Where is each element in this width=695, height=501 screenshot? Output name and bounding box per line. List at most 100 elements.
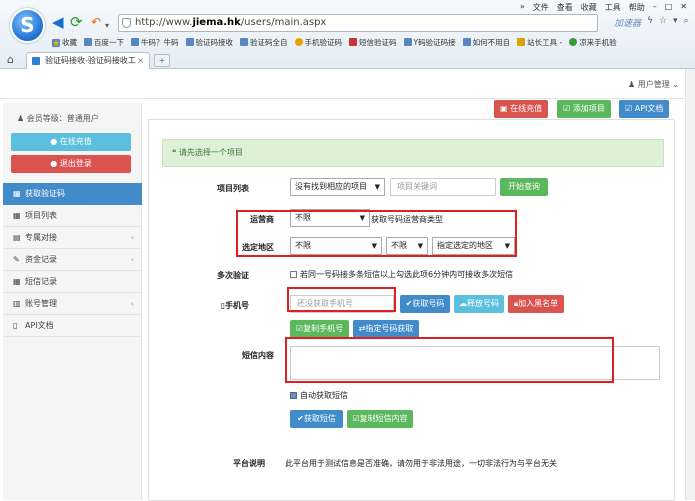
page-icon bbox=[131, 38, 139, 46]
browser-menubar: » 文件 查看 收藏 工具 帮助 – □ ✕ bbox=[520, 2, 687, 13]
bookmark-8[interactable]: 如何不用自 bbox=[462, 37, 510, 48]
bookmark-9[interactable]: 站长工具 - bbox=[517, 37, 562, 48]
bookmark-favorites[interactable]: ★ 收藏 bbox=[52, 37, 77, 49]
sidebar-item-funds[interactable]: ✎ 资金记录 ‹ bbox=[3, 249, 142, 271]
phone-input[interactable]: 还没获取手机号 bbox=[290, 295, 394, 313]
page-scrollbar[interactable] bbox=[685, 69, 695, 500]
user-menu[interactable]: ♟ 用户管理 ⌄ bbox=[628, 79, 679, 90]
sidebar-item-account[interactable]: ▥ 账号管理 ‹ bbox=[3, 293, 142, 315]
page-icon bbox=[403, 38, 412, 46]
phone-label: ▯手机号 bbox=[220, 301, 249, 310]
specify-number-button[interactable]: ⇄指定号码获取 bbox=[353, 320, 419, 338]
sidebar-item-get-code[interactable]: ▦ 获取验证码 bbox=[3, 183, 142, 205]
region-city-select[interactable]: 不限 ▼ bbox=[386, 237, 428, 255]
undo-icon[interactable]: ↶ bbox=[91, 15, 101, 30]
user-icon: ♟ bbox=[628, 80, 636, 89]
grid-icon: ▦ bbox=[13, 189, 21, 198]
columns-icon: ▯ bbox=[13, 321, 18, 330]
pencil-icon: ✎ bbox=[13, 255, 20, 264]
caret-down-icon: ▼ bbox=[359, 214, 365, 222]
select-project-alert: ❝ 请先选择一个项目 bbox=[162, 139, 664, 167]
auto-fetch-option[interactable]: 自动获取短信 bbox=[290, 390, 348, 401]
bookmark-7[interactable]: Y码验证码接 bbox=[403, 37, 456, 48]
sms-content-textarea[interactable] bbox=[290, 346, 660, 380]
region-label: 选定地区 bbox=[242, 243, 274, 252]
dropdown-icon[interactable]: ▾ bbox=[673, 16, 678, 29]
menu-favorites[interactable]: 收藏 bbox=[581, 2, 597, 13]
search-icon[interactable]: ⌕ bbox=[684, 16, 689, 29]
page-icon bbox=[294, 38, 303, 46]
maximize-icon[interactable]: □ bbox=[665, 2, 673, 13]
bookmark-6[interactable]: 短信验证码 bbox=[349, 37, 397, 48]
copy-phone-button[interactable]: ☑复制手机号 bbox=[290, 320, 349, 338]
operator-select[interactable]: 不限 ▼ bbox=[290, 209, 370, 227]
project-list-label: 项目列表 bbox=[217, 184, 249, 193]
new-tab-button[interactable]: + bbox=[154, 54, 170, 67]
recharge-button[interactable]: ▣ 在线充值 bbox=[494, 100, 549, 118]
bookmark-10[interactable]: 凉来手机验 bbox=[569, 37, 617, 48]
operator-hint: 获取号码运营商类型 bbox=[371, 215, 443, 224]
sms-content-label: 短信内容 bbox=[242, 351, 274, 360]
back-icon[interactable]: ◀ bbox=[52, 15, 64, 30]
sidebar-logout-button[interactable]: ● 退出登录 bbox=[11, 155, 131, 173]
address-bar[interactable]: http://www.jiema.hk/users/main.aspx bbox=[118, 14, 598, 32]
bookmark-4[interactable]: 验证码全自 bbox=[240, 37, 288, 48]
search-button[interactable]: 开始查询 bbox=[500, 178, 548, 196]
page-icon bbox=[84, 38, 92, 46]
caret-down-icon: ▼ bbox=[417, 242, 423, 250]
platform-notice-label: 平台说明 bbox=[233, 459, 265, 468]
grid-icon: ▦ bbox=[13, 277, 21, 286]
sidebar-item-sms-records[interactable]: ▦ 短信记录 bbox=[3, 271, 142, 293]
home-icon[interactable]: ⌂ bbox=[7, 53, 14, 66]
address-extras: 加速器 ϟ ☆ ▾ ⌕ bbox=[614, 16, 689, 29]
bookmark-5[interactable]: 手机验证码 bbox=[294, 37, 342, 48]
page-icon bbox=[185, 38, 194, 46]
menu-view[interactable]: 查看 bbox=[557, 2, 573, 13]
tab-active[interactable]: 验证码接收-验证码接收工 × bbox=[26, 52, 150, 69]
bookmark-2[interactable]: 牛码？牛码 bbox=[131, 37, 179, 48]
sidebar-recharge-button[interactable]: ● 在线充值 bbox=[11, 133, 131, 151]
page: ♟ 用户管理 ⌄ ♟ 会员等级：普通用户 ● 在线充值 ● 退出登录 ▦ 获取验证… bbox=[0, 69, 695, 501]
bookmark-3[interactable]: 验证码接收 bbox=[185, 37, 233, 48]
bookmark-1[interactable]: 百度一下 bbox=[84, 37, 124, 48]
menu-tools[interactable]: 工具 bbox=[605, 2, 621, 13]
accelerator-label[interactable]: 加速器 bbox=[614, 16, 641, 29]
tab-close-icon[interactable]: × bbox=[137, 53, 144, 68]
auto-fetch-checkbox[interactable] bbox=[290, 392, 297, 399]
minimize-icon[interactable]: – bbox=[653, 2, 657, 13]
project-search-input[interactable]: 项目关键词 bbox=[390, 178, 496, 196]
favorite-star-icon[interactable]: ☆ bbox=[659, 16, 667, 29]
lightning-icon[interactable]: ϟ bbox=[647, 16, 653, 29]
copy-sms-button[interactable]: ☑复制短信内容 bbox=[347, 410, 413, 428]
sidebar-item-api[interactable]: ▯ API文档 bbox=[3, 315, 142, 337]
top-navbar: ♟ 用户管理 ⌄ bbox=[0, 69, 695, 99]
menu-chevron[interactable]: » bbox=[520, 2, 525, 13]
menu-help[interactable]: 帮助 bbox=[629, 2, 645, 13]
multi-verify-label: 多次验证 bbox=[217, 271, 249, 280]
blacklist-button[interactable]: 🔒︎加入黑名单 bbox=[508, 295, 564, 313]
region-mode-select[interactable]: 指定选定的地区 ▼ bbox=[432, 237, 515, 255]
refresh-icon[interactable]: ⟳ bbox=[70, 15, 83, 30]
get-number-button[interactable]: ✔获取号码 bbox=[400, 295, 450, 313]
region-province-select[interactable]: 不限 ▼ bbox=[290, 237, 382, 255]
page-icon bbox=[349, 38, 357, 46]
sidebar-item-dedicated[interactable]: ▤ 专属对接 ‹ bbox=[3, 227, 142, 249]
sidebar-item-projects[interactable]: ▦ 项目列表 bbox=[3, 205, 142, 227]
page-icon bbox=[569, 38, 578, 46]
multi-verify-checkbox[interactable] bbox=[290, 271, 297, 278]
close-window-icon[interactable]: ✕ bbox=[680, 2, 687, 13]
member-level: ♟ 会员等级：普通用户 bbox=[17, 114, 99, 123]
chevron-left-icon: ‹ bbox=[130, 255, 134, 264]
caret-down-icon: ▼ bbox=[371, 242, 377, 250]
project-select[interactable]: 没有找到相应的项目 ▼ bbox=[290, 178, 385, 196]
api-doc-button[interactable]: ☑ API文档 bbox=[619, 100, 670, 118]
release-number-button[interactable]: ☁释放号码 bbox=[454, 295, 504, 313]
menu-file[interactable]: 文件 bbox=[533, 2, 549, 13]
add-project-button[interactable]: ☑ 添加项目 bbox=[557, 100, 611, 118]
get-sms-button[interactable]: ✔获取短信 bbox=[290, 410, 343, 428]
member-icon: ♟ bbox=[17, 114, 25, 123]
star-icon: ★ bbox=[52, 39, 61, 49]
undo-dropdown-icon[interactable]: ▾ bbox=[105, 18, 109, 33]
page-icon bbox=[462, 38, 471, 46]
multi-verify-option[interactable]: 若同一号码接多条短信以上勾选此项6分钟内可接收多次短信 bbox=[290, 269, 513, 280]
